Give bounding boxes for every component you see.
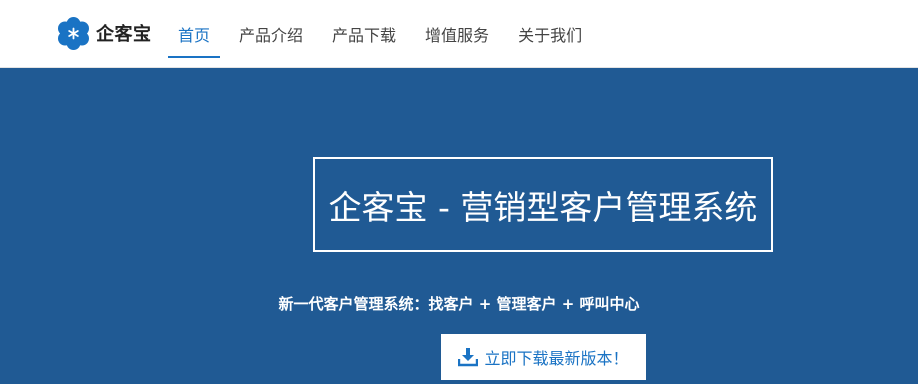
nav-item-value-added-services[interactable]: 增值服务 xyxy=(415,0,499,68)
nav-item-about-us[interactable]: 关于我们 xyxy=(508,0,592,68)
hero-subtitle: 新一代客户管理系统：找客户 + 管理客户 + 呼叫中心 xyxy=(278,295,640,313)
flower-logo-icon xyxy=(58,16,89,50)
hero-banner: 企客宝 - 营销型客户管理系统 新一代客户管理系统：找客户 + 管理客户 + 呼… xyxy=(0,68,918,384)
brand-name: 企客宝 xyxy=(96,24,152,45)
nav-item-product-download[interactable]: 产品下载 xyxy=(322,0,406,68)
brand-logo[interactable]: 企客宝 xyxy=(57,16,152,50)
download-button-label: 立即下载最新版本！ xyxy=(484,349,629,368)
main-nav: 首页 产品介绍 产品下载 增值服务 关于我们 xyxy=(168,0,601,68)
top-navbar: 企客宝 首页 产品介绍 产品下载 增值服务 关于我们 xyxy=(0,0,918,68)
nav-item-product-intro[interactable]: 产品介绍 xyxy=(229,0,313,68)
hero-title-box: 企客宝 - 营销型客户管理系统 xyxy=(313,157,773,252)
download-icon xyxy=(458,348,479,367)
download-button[interactable]: 立即下载最新版本！ xyxy=(441,334,646,380)
nav-item-home[interactable]: 首页 xyxy=(168,0,221,68)
hero-title: 企客宝 - 营销型客户管理系统 xyxy=(328,187,758,227)
